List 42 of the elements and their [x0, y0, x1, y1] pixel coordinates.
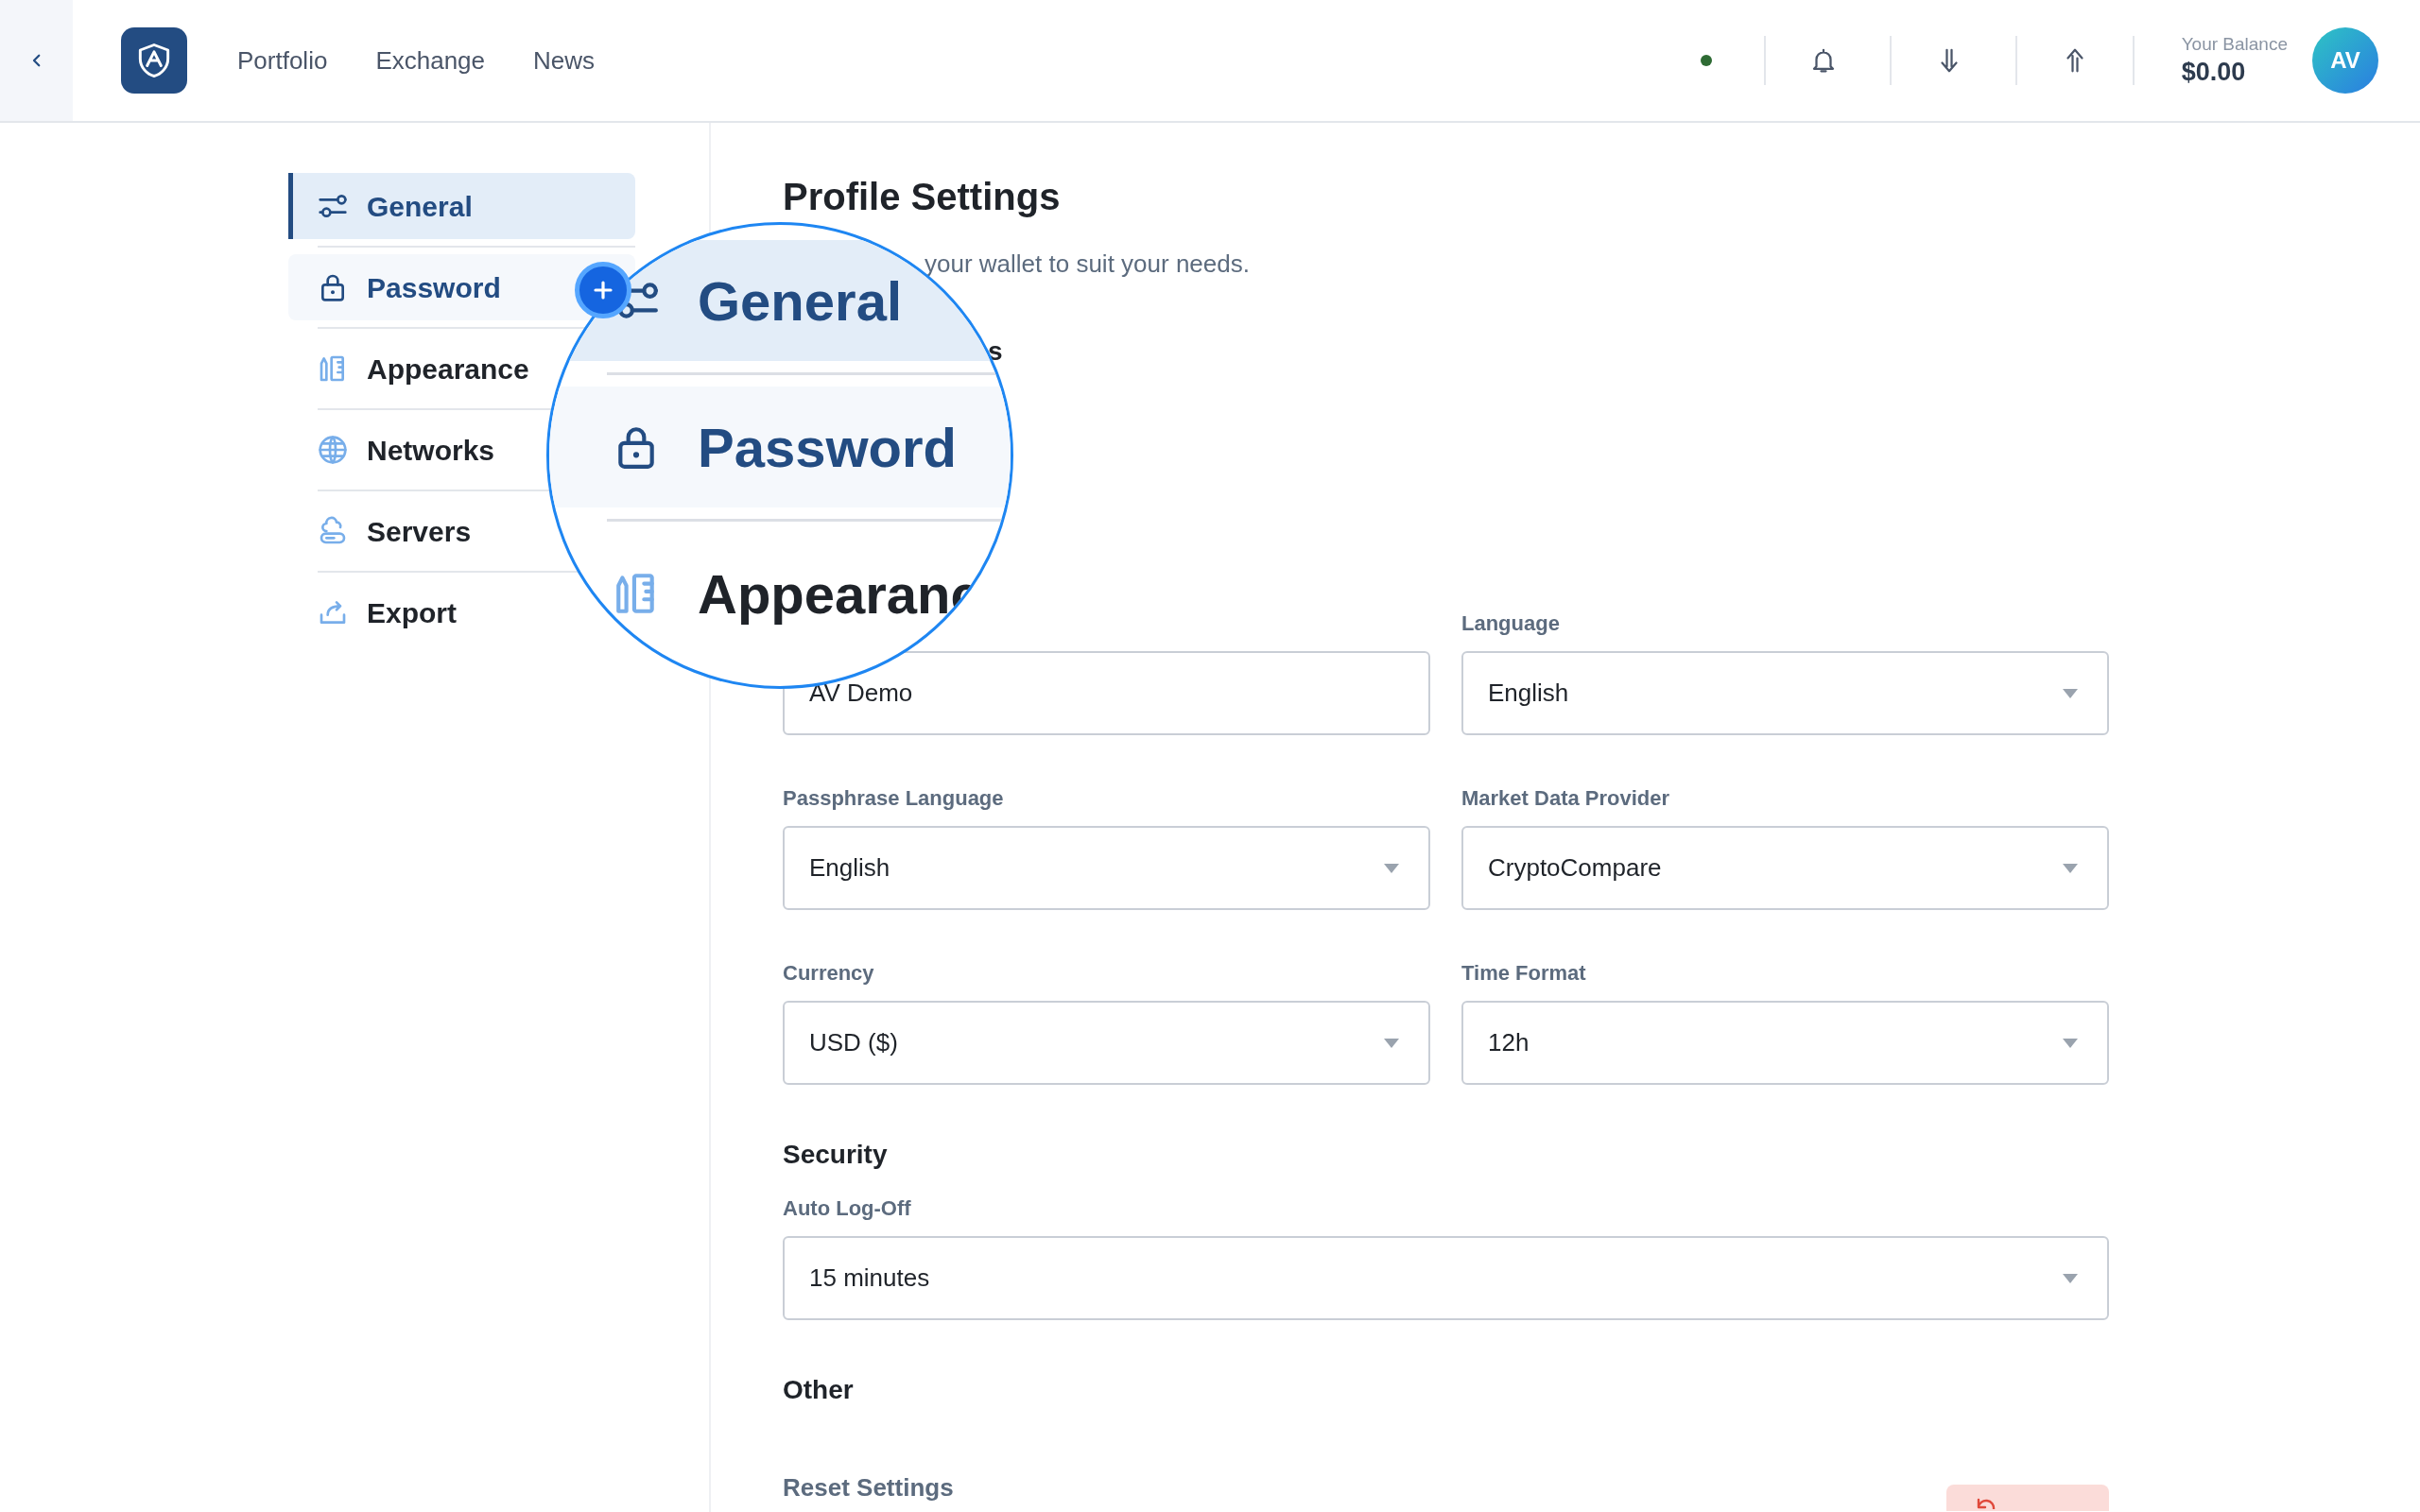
caret-down-icon	[2062, 862, 2079, 874]
setting-label: Reset Settings	[783, 1475, 954, 1500]
section-heading: Other	[783, 1374, 855, 1406]
nav-link[interactable]: Portfolio	[237, 42, 328, 79]
magnified-sidebar-item: Password	[549, 387, 1011, 507]
magnified-sidebar-item: Appearanc	[549, 533, 1011, 654]
plus-icon	[592, 279, 614, 301]
field-label: Currency	[783, 962, 875, 985]
undo-icon	[1975, 1496, 1997, 1509]
sidebar-item[interactable]: Networks	[288, 417, 495, 483]
caret-down-icon	[2062, 687, 2079, 699]
balance-label: Your Balance	[2181, 33, 2288, 56]
dropdown[interactable]: English	[1461, 651, 2109, 735]
app-logo[interactable]	[121, 27, 187, 94]
caret-down-icon	[2062, 1272, 2079, 1284]
globe-icon	[318, 435, 348, 465]
field-label: Market Data Provider	[1461, 787, 1671, 810]
text-field[interactable]: AV Demo	[783, 651, 1430, 735]
nav-link[interactable]: News	[533, 42, 596, 79]
field-label: Time Format	[1461, 962, 1587, 985]
caret-down-icon	[1383, 1037, 1400, 1049]
section-heading: s	[988, 335, 1003, 368]
field-label: Passphrase Language	[783, 787, 1005, 810]
cloud-server-icon	[318, 516, 348, 546]
page-title: Profile Settings	[783, 175, 1062, 219]
nav-link[interactable]: Exchange	[375, 42, 486, 79]
section-heading: Security	[783, 1139, 889, 1171]
dropdown[interactable]: 15 minutes	[783, 1236, 2109, 1320]
sidebar-item[interactable]: Export	[288, 579, 457, 645]
caret-down-icon	[1383, 862, 1400, 874]
balance-amount: $0.00	[2181, 57, 2247, 88]
dropdown[interactable]: English	[783, 826, 1430, 910]
caret-down-icon	[2062, 1037, 2079, 1049]
dropdown[interactable]: USD ($)	[783, 1001, 1430, 1085]
page-subtitle: your wallet to suit your needs.	[924, 249, 1250, 280]
sidebar-item[interactable]: General	[288, 173, 635, 239]
dropdown[interactable]: CryptoCompare	[1461, 826, 2109, 910]
field-label: Language	[1461, 612, 1561, 635]
field-label: Auto Log-Off	[783, 1197, 912, 1220]
sidebar-item[interactable]: Appearance	[288, 335, 529, 402]
sidebar-item[interactable]: Servers	[288, 498, 472, 564]
dropdown[interactable]: 12h	[1461, 1001, 2109, 1085]
